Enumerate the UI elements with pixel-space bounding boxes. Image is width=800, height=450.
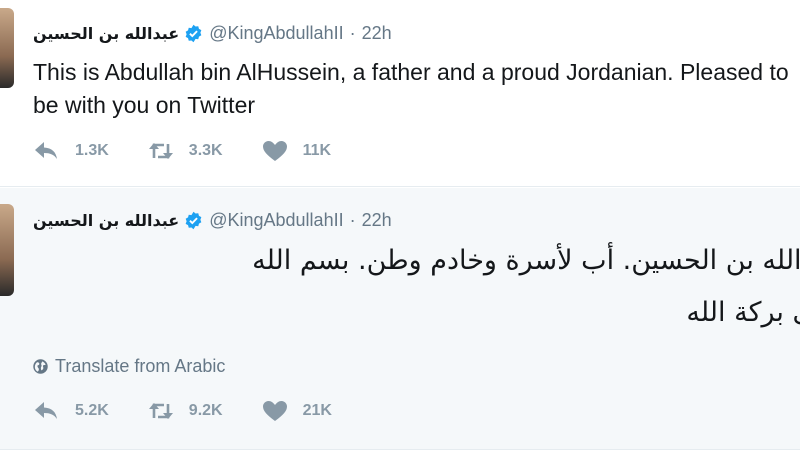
avatar[interactable] — [0, 8, 14, 88]
translate-label: Translate from Arabic — [55, 356, 226, 376]
reply-button[interactable]: 1.3K — [33, 140, 109, 162]
separator-dot: · — [349, 22, 356, 43]
timestamp[interactable]: 22h — [362, 210, 392, 231]
heart-icon — [262, 401, 287, 421]
tweet-actions: 1.3K 3.3K 11K — [33, 140, 369, 162]
retweet-button[interactable]: 9.2K — [147, 400, 223, 422]
like-button[interactable]: 11K — [261, 140, 331, 162]
retweet-button[interactable]: 3.3K — [147, 140, 223, 162]
reply-icon — [35, 142, 57, 159]
translate-link[interactable]: Translate from Arabic — [32, 356, 225, 377]
retweet-count: 9.2K — [188, 402, 223, 419]
reply-count: 1.3K — [75, 142, 109, 159]
like-count: 11K — [302, 142, 332, 159]
verified-badge-icon — [185, 211, 202, 229]
tweet[interactable]: عبدالله بن الحسين @KingAbdullahII · 22h … — [0, 188, 800, 450]
reply-button[interactable]: 5.2K — [33, 400, 109, 422]
avatar[interactable] — [0, 204, 14, 296]
like-button[interactable]: 21K — [261, 400, 332, 422]
reply-count: 5.2K — [75, 402, 109, 419]
timestamp[interactable]: 22h — [362, 23, 392, 44]
verified-badge-icon — [185, 24, 202, 42]
reply-icon — [35, 402, 57, 419]
retweet-icon — [148, 143, 173, 159]
like-count: 21K — [302, 402, 332, 419]
handle[interactable]: @KingAbdullahII — [209, 23, 343, 44]
tweet-text: This is Abdullah bin AlHussein, a father… — [33, 59, 789, 118]
tweet-text: عبدالله بن الحسين. أب لأسرة وخادم وطن. ب… — [252, 245, 800, 328]
tweet-header: عبدالله بن الحسين @KingAbdullahII · 22h — [33, 18, 392, 48]
globe-icon — [33, 359, 48, 374]
retweet-icon — [148, 403, 173, 419]
handle[interactable]: @KingAbdullahII — [209, 210, 343, 231]
tweet[interactable]: عبدالله بن الحسين @KingAbdullahII · 22h … — [0, 0, 800, 187]
separator-dot: · — [349, 209, 356, 230]
author-name[interactable]: عبدالله بن الحسين — [33, 211, 179, 230]
retweet-count: 3.3K — [188, 142, 223, 159]
heart-icon — [262, 141, 287, 161]
tweet-actions: 5.2K 9.2K 21K — [33, 400, 370, 422]
author-name[interactable]: عبدالله بن الحسين — [33, 24, 179, 43]
tweet-header: عبدالله بن الحسين @KingAbdullahII · 22h — [33, 205, 392, 235]
